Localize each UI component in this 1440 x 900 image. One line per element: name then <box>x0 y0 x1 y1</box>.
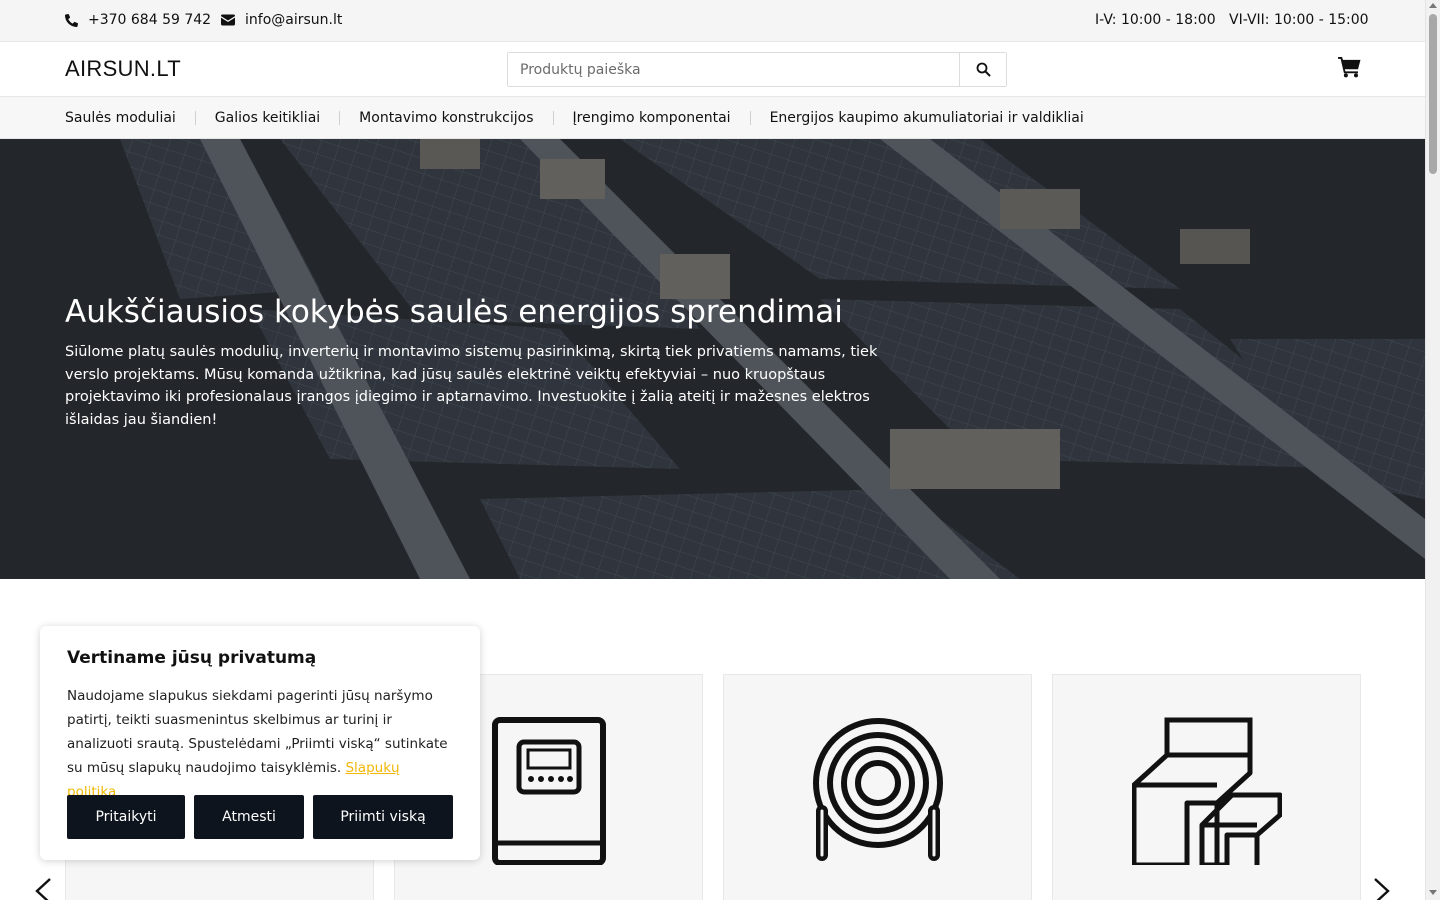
cookie-consent-dialog: Vertiname jūsų privatumą Naudojame slapu… <box>40 626 480 860</box>
search-button[interactable] <box>959 53 1006 86</box>
cookie-buttons: Pritaikyti Atmesti Priimti viską <box>67 795 453 839</box>
cookie-text: Naudojame slapukus siekdami pagerinti jū… <box>67 684 453 804</box>
search-icon <box>976 62 990 77</box>
site-logo[interactable]: AIRSUN.LT <box>65 56 181 82</box>
page-scrollbar[interactable] <box>1425 0 1440 900</box>
nav-item-components[interactable]: Įrengimo komponentai <box>573 110 731 126</box>
mounting-profile-icon <box>1131 717 1282 865</box>
customize-button[interactable]: Pritaikyti <box>67 795 185 839</box>
cable-reel-icon <box>812 718 943 861</box>
inverter-icon <box>491 717 606 865</box>
email-contact[interactable]: info@airsun.lt <box>221 12 342 28</box>
carousel-next-button[interactable] <box>1373 877 1391 900</box>
scrollbar-thumb[interactable] <box>1429 14 1437 174</box>
category-card[interactable] <box>1052 674 1361 900</box>
reject-button[interactable]: Atmesti <box>194 795 304 839</box>
hours-weekday: I-V: 10:00 - 18:00 <box>1095 12 1216 28</box>
envelope-icon <box>221 14 235 26</box>
chevron-left-icon <box>35 878 51 900</box>
hours-weekend: VI-VII: 10:00 - 15:00 <box>1229 12 1369 28</box>
main-nav: Saulės moduliai Galios keitikliai Montav… <box>0 97 1425 139</box>
nav-item-storage[interactable]: Energijos kaupimo akumuliatoriai ir vald… <box>770 110 1084 126</box>
accept-all-button[interactable]: Priimti viską <box>313 795 453 839</box>
nav-divider <box>552 110 554 125</box>
scroll-down-arrow[interactable] <box>1429 890 1437 895</box>
scroll-up-arrow[interactable] <box>1429 3 1437 8</box>
carousel-prev-button[interactable] <box>34 877 52 900</box>
category-card[interactable] <box>723 674 1032 900</box>
nav-divider <box>749 110 751 125</box>
nav-item-mounting[interactable]: Montavimo konstrukcijos <box>359 110 533 126</box>
nav-item-inverters[interactable]: Galios keitikliai <box>215 110 320 126</box>
cart-icon <box>1338 57 1361 78</box>
cookie-title: Vertiname jūsų privatumą <box>67 648 317 668</box>
hero-description: Siūlome platų saulės modulių, inverterių… <box>65 344 878 428</box>
phone-number: +370 684 59 742 <box>88 12 212 28</box>
site-header: AIRSUN.LT <box>0 42 1425 97</box>
top-bar: +370 684 59 742 info@airsun.lt I-V: 10:0… <box>0 0 1425 42</box>
hero-banner: Aukščiausios kokybės saulės energijos sp… <box>0 139 1425 579</box>
cart-button[interactable] <box>1338 57 1361 82</box>
search-bar <box>507 52 1007 87</box>
hero-title: Aukščiausios kokybės saulės energijos sp… <box>65 294 843 330</box>
email-address: info@airsun.lt <box>245 12 343 28</box>
phone-icon <box>65 13 78 27</box>
phone-contact[interactable]: +370 684 59 742 <box>65 12 211 28</box>
nav-item-solar-modules[interactable]: Saulės moduliai <box>65 110 176 126</box>
chevron-right-icon <box>1374 878 1390 900</box>
search-input[interactable] <box>508 53 959 86</box>
nav-divider <box>339 110 341 125</box>
nav-divider <box>194 110 196 125</box>
